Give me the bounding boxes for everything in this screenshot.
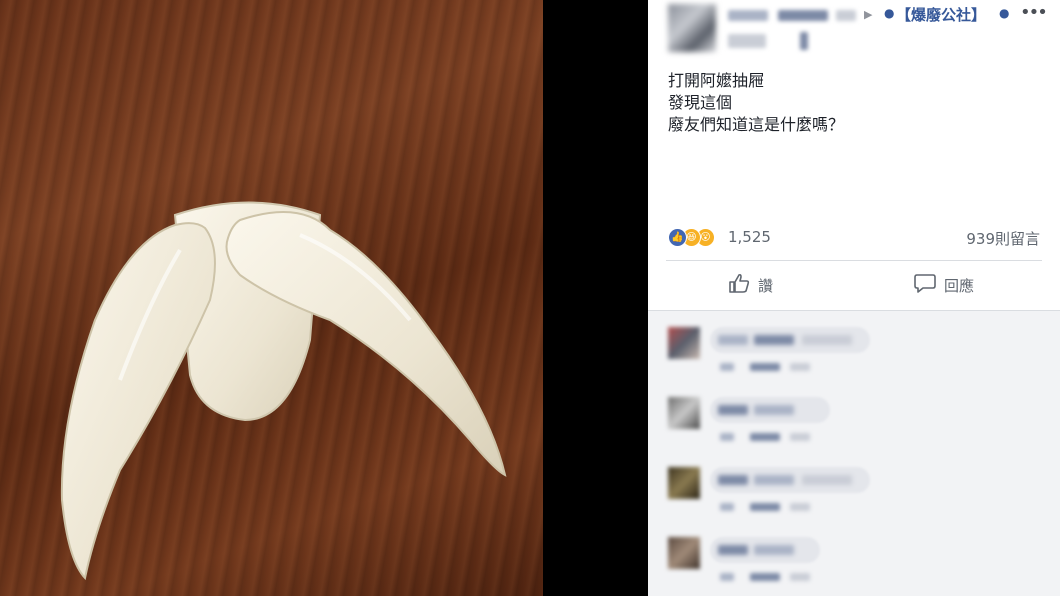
bullet-dot: ● (999, 6, 1010, 20)
screenshot: ▶ ● 【爆廢公社】 ● ••• 打開阿嬤抽屜 發現這個 廢友們知道這是什麼嗎？… (0, 0, 1060, 596)
thumbs-up-icon (729, 273, 750, 293)
comment-button[interactable]: 回應 (914, 270, 1004, 300)
avatar[interactable] (668, 4, 716, 52)
blurred-author-name[interactable] (778, 10, 828, 21)
more-dots-icon[interactable]: ••• (1020, 2, 1048, 23)
comment (668, 393, 1048, 453)
blurred-timestamp (728, 34, 766, 48)
reaction-count[interactable]: 1,525 (728, 228, 771, 246)
white-claw-object (60, 201, 507, 581)
blurred-comment (710, 327, 870, 353)
page-name-link[interactable]: 【爆廢公社】 (896, 4, 986, 25)
blurred-author-name[interactable] (728, 10, 768, 21)
blurred-comment (710, 397, 830, 423)
blurred-timestamp (800, 32, 808, 50)
comment-label: 回應 (944, 277, 975, 295)
blurred-comment (710, 467, 870, 493)
avatar[interactable] (668, 397, 700, 429)
avatar[interactable] (668, 327, 700, 359)
post-text-line: 廢友們知道這是什麼嗎？ (668, 115, 845, 134)
post-text-line: 打開阿嬤抽屜 (668, 71, 765, 90)
like-button[interactable]: 讚 (728, 270, 818, 300)
comment (668, 323, 1048, 383)
post-text: 打開阿嬤抽屜 發現這個 廢友們知道這是什麼嗎？ (668, 70, 844, 136)
comment-bubble-icon (914, 274, 936, 293)
triangle-right-icon: ▶ (864, 8, 873, 21)
comments-area (648, 310, 1060, 596)
bullet-dot: ● (884, 6, 895, 20)
divider (666, 260, 1042, 261)
like-label: 讚 (758, 277, 774, 295)
blurred-comment (710, 537, 820, 563)
post-text-line: 發現這個 (668, 93, 733, 112)
facebook-post-panel: ▶ ● 【爆廢公社】 ● ••• 打開阿嬤抽屜 發現這個 廢友們知道這是什麼嗎？… (648, 0, 1060, 596)
avatar[interactable] (668, 537, 700, 569)
black-gap (543, 0, 648, 596)
comment (668, 463, 1048, 523)
like-icon: 👍 (668, 228, 687, 247)
blurred-author-name[interactable] (836, 10, 856, 21)
avatar[interactable] (668, 467, 700, 499)
comment (668, 533, 1048, 593)
post-photo[interactable] (0, 0, 543, 596)
comment-count[interactable]: 939則留言 (966, 228, 1040, 249)
